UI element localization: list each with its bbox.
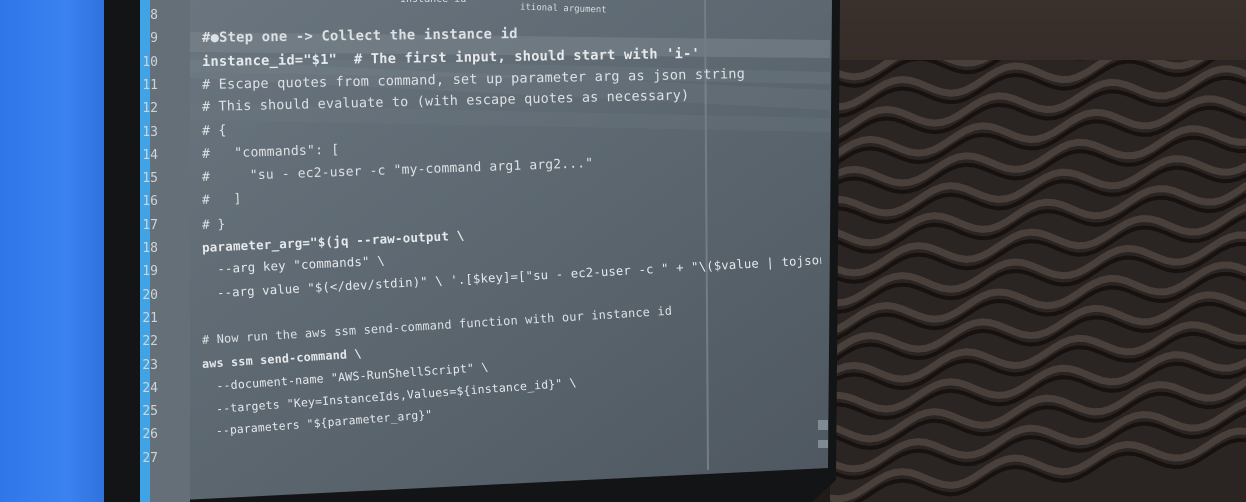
line-number: 14 [142,147,158,163]
scrollbar-marker [818,440,828,448]
line-number: 20 [142,287,158,303]
code-line: # } [201,215,226,232]
code-line: # { [201,122,227,139]
line-number: 22 [142,334,158,350]
line-number: 13 [142,124,158,140]
code-line: # ] [201,191,242,209]
scrollbar-marker [818,420,828,430]
line-number: 17 [142,217,158,233]
line-number: 16 [142,194,158,210]
line-number: 8 [150,8,158,23]
editor-tab-fragment: instance-id [400,0,466,5]
line-number: 25 [142,404,158,420]
line-number: 26 [142,427,158,443]
line-number: 12 [142,101,158,117]
line-number: 19 [142,264,158,280]
line-number: 18 [142,241,158,256]
line-number: 24 [142,380,158,396]
line-number: 9 [150,31,158,47]
line-number: 15 [142,171,158,187]
photo-scene: instance-id itional argument 89#●Step on… [0,0,1246,502]
line-number: 27 [142,450,158,466]
line-number: 11 [142,77,158,93]
line-number: 21 [142,310,158,326]
line-number: 10 [142,54,158,70]
line-number: 23 [142,357,158,373]
